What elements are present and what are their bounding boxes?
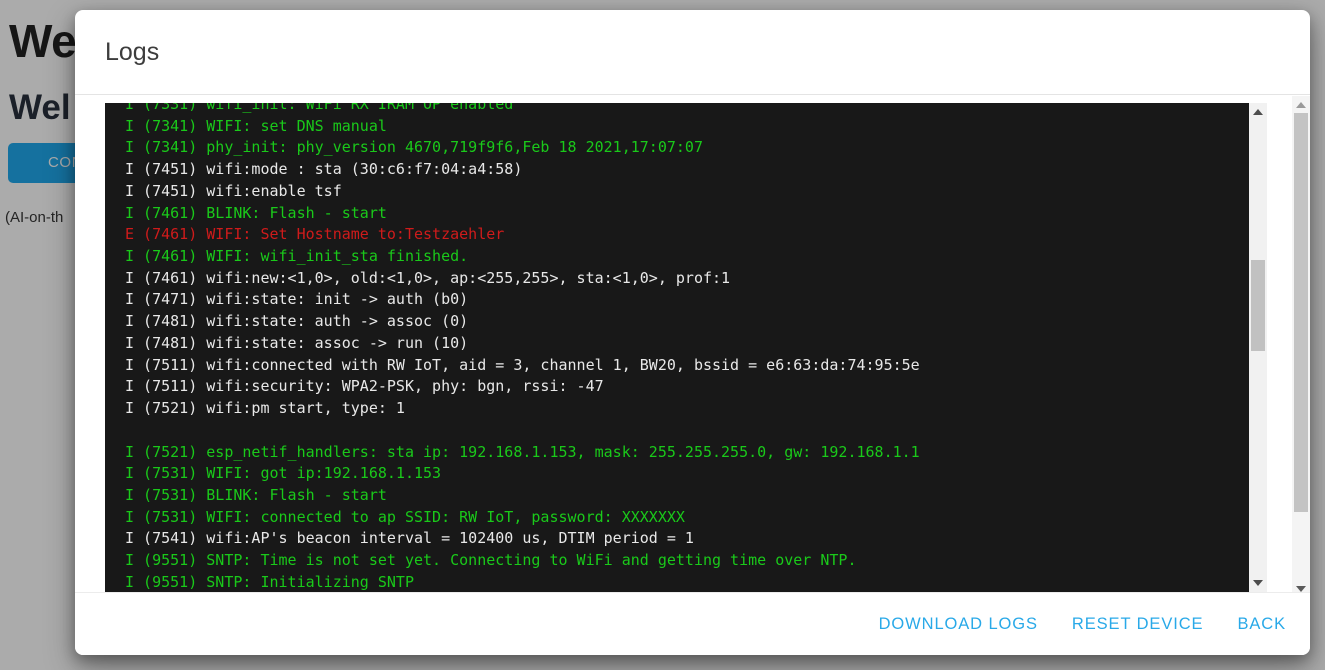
dialog-scrollbar-thumb[interactable] bbox=[1294, 113, 1308, 512]
log-line: I (7471) wifi:state: init -> auth (b0) bbox=[125, 289, 1249, 311]
log-line: I (7541) wifi:AP's beacon interval = 102… bbox=[125, 528, 1249, 550]
log-line: I (7521) wifi:pm start, type: 1 bbox=[125, 398, 1249, 420]
log-line: I (7461) wifi:new:<1,0>, old:<1,0>, ap:<… bbox=[125, 268, 1249, 290]
log-line: I (7331) wifi_init: WiFi RX IRAM OP enab… bbox=[125, 103, 1249, 116]
log-line: I (7531) WIFI: connected to ap SSID: RW … bbox=[125, 507, 1249, 529]
dialog-title: Logs bbox=[105, 38, 159, 67]
log-line: I (9551) SNTP: Initializing SNTP bbox=[125, 572, 1249, 592]
log-line: I (7521) esp_netif_handlers: sta ip: 192… bbox=[125, 442, 1249, 464]
dialog-footer: DOWNLOAD LOGS RESET DEVICE BACK bbox=[75, 592, 1310, 655]
logs-dialog: Logs I (7331) wifi_init: WiFi RX IRAM OP… bbox=[75, 10, 1310, 655]
scroll-up-icon[interactable] bbox=[1249, 103, 1267, 120]
dialog-scrollbar[interactable] bbox=[1292, 96, 1310, 598]
log-lines: I (7331) wifi_init: WiFi RX IRAM OP enab… bbox=[105, 103, 1249, 592]
log-line: I (7341) phy_init: phy_version 4670,719f… bbox=[125, 137, 1249, 159]
log-line: I (7461) BLINK: Flash - start bbox=[125, 203, 1249, 225]
download-logs-button[interactable]: DOWNLOAD LOGS bbox=[869, 607, 1048, 642]
log-line: I (7481) wifi:state: auth -> assoc (0) bbox=[125, 311, 1249, 333]
log-line: I (7451) wifi:enable tsf bbox=[125, 181, 1249, 203]
reset-device-button[interactable]: RESET DEVICE bbox=[1062, 607, 1214, 642]
scroll-up-icon[interactable] bbox=[1292, 96, 1310, 113]
log-line: E (7461) WIFI: Set Hostname to:Testzaehl… bbox=[125, 224, 1249, 246]
scroll-down-icon[interactable] bbox=[1249, 575, 1267, 592]
log-scrollbar[interactable] bbox=[1249, 103, 1267, 592]
back-button[interactable]: BACK bbox=[1227, 607, 1296, 642]
log-line: I (7341) WIFI: set DNS manual bbox=[125, 116, 1249, 138]
log-line: I (9551) SNTP: Time is not set yet. Conn… bbox=[125, 550, 1249, 572]
log-line: I (7461) WIFI: wifi_init_sta finished. bbox=[125, 246, 1249, 268]
log-scrollbar-thumb[interactable] bbox=[1251, 260, 1265, 351]
log-line: I (7511) wifi:connected with RW IoT, aid… bbox=[125, 355, 1249, 377]
log-line: I (7531) BLINK: Flash - start bbox=[125, 485, 1249, 507]
dialog-header: Logs bbox=[75, 10, 1310, 95]
log-console[interactable]: I (7331) wifi_init: WiFi RX IRAM OP enab… bbox=[105, 103, 1267, 592]
log-line bbox=[125, 420, 1249, 442]
log-line: I (7511) wifi:security: WPA2-PSK, phy: b… bbox=[125, 376, 1249, 398]
log-line: I (7481) wifi:state: assoc -> run (10) bbox=[125, 333, 1249, 355]
log-line: I (7531) WIFI: got ip:192.168.1.153 bbox=[125, 463, 1249, 485]
log-line: I (7451) wifi:mode : sta (30:c6:f7:04:a4… bbox=[125, 159, 1249, 181]
